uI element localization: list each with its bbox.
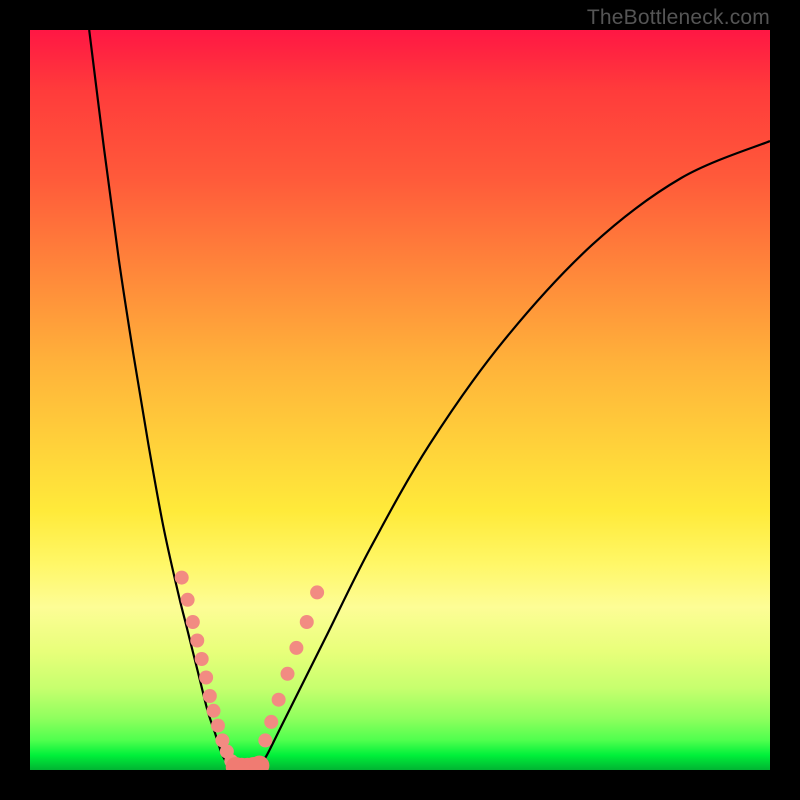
point-right-1 <box>264 715 278 729</box>
point-right-4 <box>289 641 303 655</box>
curve-right <box>259 141 770 766</box>
chart-svg <box>30 30 770 770</box>
point-left-5 <box>199 671 213 685</box>
attribution-text: TheBottleneck.com <box>587 6 770 30</box>
point-right-0 <box>258 733 272 747</box>
plot-area <box>30 30 770 770</box>
point-left-4 <box>195 652 209 666</box>
point-left-3 <box>190 634 204 648</box>
point-left-2 <box>186 615 200 629</box>
point-left-8 <box>211 719 225 733</box>
point-right-3 <box>281 667 295 681</box>
point-right-6 <box>310 585 324 599</box>
curve-left <box>89 30 230 766</box>
point-left-6 <box>203 689 217 703</box>
curve-layer <box>89 30 770 766</box>
chart-frame: TheBottleneck.com <box>0 0 800 800</box>
point-right-5 <box>300 615 314 629</box>
point-left-7 <box>207 704 221 718</box>
point-right-2 <box>272 693 286 707</box>
point-left-0 <box>175 571 189 585</box>
point-left-1 <box>181 593 195 607</box>
